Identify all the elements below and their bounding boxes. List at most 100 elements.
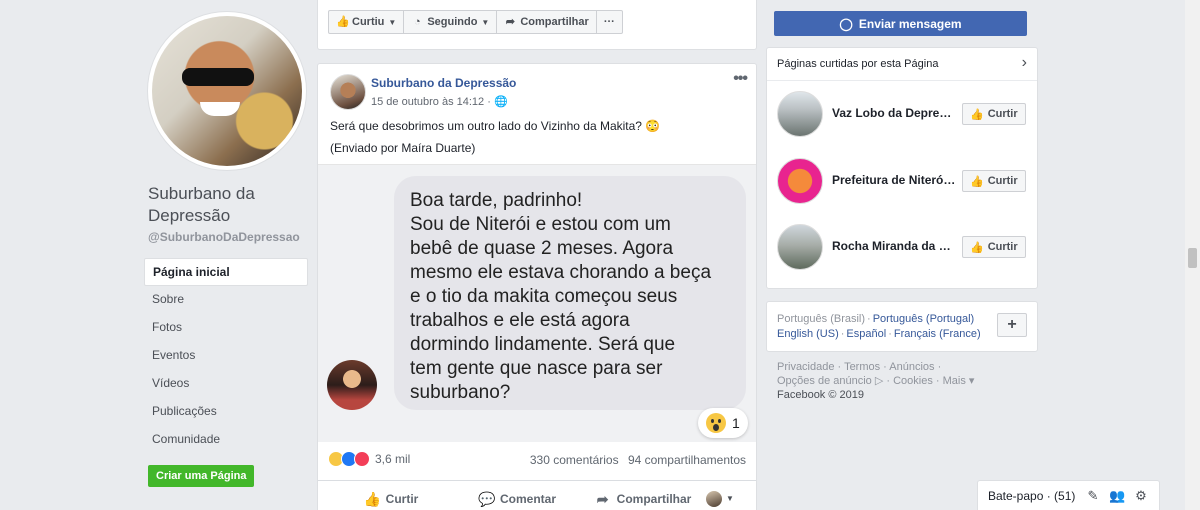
footer-link[interactable]: Anúncios bbox=[889, 361, 934, 373]
language-option[interactable]: English (US) bbox=[777, 328, 839, 340]
post-author-avatar[interactable] bbox=[330, 74, 366, 110]
copyright: Facebook © 2019 bbox=[777, 389, 864, 401]
group-icon[interactable]: 👥 bbox=[1109, 488, 1125, 504]
post-comment-label: Comentar bbox=[499, 491, 556, 506]
send-message-button[interactable]: ◯ Enviar mensagem bbox=[774, 11, 1027, 36]
sunglasses-shape bbox=[182, 68, 254, 86]
page-handle[interactable]: @SuburbanoDaDepressao bbox=[148, 230, 300, 244]
nav-item-events[interactable]: Eventos bbox=[144, 342, 308, 370]
divider bbox=[767, 80, 1037, 81]
thumbs-up-icon: 👍 bbox=[363, 490, 382, 507]
more-icon: ··· bbox=[603, 16, 615, 28]
chevron-down-icon: ▼ bbox=[481, 17, 490, 27]
following-button[interactable]: ◔ Seguindo ▼ bbox=[404, 10, 498, 34]
bubble-line: dormindo lindamente. Será que bbox=[410, 334, 676, 355]
sender-avatar bbox=[327, 360, 377, 410]
comment-icon: 💬 bbox=[477, 490, 496, 507]
nav-item-home[interactable]: Página inicial bbox=[144, 258, 308, 286]
post-image[interactable]: Boa tarde, padrinho! Sou de Niterói e es… bbox=[318, 164, 756, 442]
bubble-line: mesmo ele estava chorando a beça bbox=[410, 262, 712, 283]
page-title[interactable]: Suburbano da Depressão bbox=[148, 183, 308, 227]
smile-shape bbox=[200, 102, 240, 116]
current-language: Português (Brasil) bbox=[777, 313, 866, 325]
bubble-line: Boa tarde, padrinho! bbox=[410, 190, 583, 211]
chat-label[interactable]: Bate-papo · (51) bbox=[988, 489, 1077, 503]
separator-dot: · bbox=[867, 313, 871, 325]
post-timestamp[interactable]: 15 de outubro às 14:12 · 🌐 bbox=[371, 95, 508, 108]
bubble-line: trabalhos e ele está agora bbox=[410, 310, 630, 331]
post-like-button[interactable]: 👍 Curtir bbox=[328, 491, 454, 507]
thumbs-up-icon: 👍 bbox=[336, 16, 350, 28]
post-credit: (Enviado por Maíra Duarte) bbox=[330, 141, 476, 155]
separator-dot: · bbox=[840, 328, 845, 340]
add-language-button[interactable]: + bbox=[997, 313, 1027, 337]
mini-avatar bbox=[706, 490, 722, 507]
bubble-line: e o tio da makita começou seus bbox=[410, 286, 678, 307]
thumbs-up-icon: 👍 bbox=[970, 108, 984, 121]
nav-item-about[interactable]: Sobre bbox=[144, 286, 308, 314]
post-reactions[interactable]: 3,6 mil bbox=[328, 451, 410, 467]
liked-page-item: Vaz Lobo da Depres... 👍 Curtir bbox=[777, 91, 1029, 139]
footer-line-1: Privacidade · Termos · Anúncios · bbox=[777, 361, 942, 373]
message-reaction-count: 1 bbox=[732, 415, 740, 431]
liked-button[interactable]: 👍 Curtiu ▼ bbox=[328, 10, 405, 34]
separator-dot: · bbox=[888, 328, 892, 340]
page-profile-picture[interactable] bbox=[148, 12, 306, 170]
scrollbar-thumb[interactable] bbox=[1188, 248, 1197, 268]
page-nav: Página inicial Sobre Fotos Eventos Vídeo… bbox=[144, 258, 308, 454]
share-button[interactable]: ➦ Compartilhar bbox=[497, 10, 597, 34]
share-arrow-icon: ➦ bbox=[596, 490, 609, 507]
language-line-1: Português (Brasil) · Português (Portugal) bbox=[777, 313, 974, 325]
nav-item-photos[interactable]: Fotos bbox=[144, 314, 308, 342]
chevron-right-icon[interactable]: › bbox=[1022, 54, 1027, 72]
post-author-name[interactable]: Suburbano da Depressão bbox=[371, 76, 516, 90]
liked-page-avatar[interactable] bbox=[777, 91, 823, 137]
post-actions: 👍 Curtir 💬 Comentar ➦ Compartilhar ▼ bbox=[318, 480, 756, 510]
gear-icon[interactable]: ⚙ bbox=[1133, 488, 1149, 504]
like-page-button[interactable]: 👍 Curtir bbox=[962, 170, 1026, 192]
language-option[interactable]: Español bbox=[846, 328, 886, 340]
post-share-button[interactable]: ➦ Compartilhar bbox=[580, 491, 706, 507]
liked-pages-title[interactable]: Páginas curtidas por esta Página bbox=[777, 58, 938, 70]
footer-link[interactable]: Cookies bbox=[893, 375, 933, 387]
nav-item-posts[interactable]: Publicações bbox=[144, 398, 308, 426]
language-panel: Português (Brasil) · Português (Portugal) … bbox=[766, 301, 1038, 352]
liked-page-avatar[interactable] bbox=[777, 158, 823, 204]
chevron-down-icon: ▼ bbox=[726, 494, 734, 503]
liked-page-name[interactable]: Vaz Lobo da Depres... bbox=[832, 106, 956, 120]
more-options-button[interactable]: ··· bbox=[596, 10, 623, 34]
post-as-selector[interactable]: ▼ bbox=[706, 490, 746, 507]
like-page-button[interactable]: 👍 Curtir bbox=[962, 236, 1026, 258]
shares-count[interactable]: 94 compartilhamentos bbox=[628, 453, 746, 467]
language-option[interactable]: Français (France) bbox=[894, 328, 981, 340]
share-arrow-icon: ➦ bbox=[505, 16, 515, 28]
language-option[interactable]: Português (Portugal) bbox=[873, 313, 975, 325]
chat-bar[interactable]: Bate-papo · (51) ✎ 👥 ⚙ bbox=[977, 480, 1160, 510]
footer-link[interactable]: Termos bbox=[844, 361, 880, 373]
post-date-text: 15 de outubro às 14:12 · bbox=[371, 96, 494, 108]
bubble-line: suburbano? bbox=[410, 382, 511, 403]
liked-label: Curtiu bbox=[352, 16, 385, 28]
footer-line-2: Opções de anúncio ▷ · Cookies · Mais ▾ bbox=[777, 375, 975, 387]
post-comment-button[interactable]: 💬 Comentar bbox=[454, 491, 580, 507]
footer-link[interactable]: Privacidade bbox=[777, 361, 834, 373]
liked-pages-panel: Páginas curtidas por esta Página › Vaz L… bbox=[766, 47, 1038, 289]
comments-count[interactable]: 330 comentários bbox=[530, 453, 619, 467]
rss-icon: ◔ bbox=[413, 16, 421, 28]
footer-link[interactable]: Mais ▾ bbox=[943, 375, 975, 387]
create-page-button[interactable]: Criar uma Página bbox=[148, 465, 255, 487]
like-page-button[interactable]: 👍 Curtir bbox=[962, 103, 1026, 125]
post-like-label: Curtir bbox=[385, 491, 419, 506]
post-counts: 330 comentários 94 compartilhamentos bbox=[530, 453, 746, 467]
chat-bubble: Boa tarde, padrinho! Sou de Niterói e es… bbox=[394, 176, 746, 410]
post-options-icon[interactable]: ••• bbox=[733, 70, 748, 88]
liked-page-avatar[interactable] bbox=[777, 224, 823, 270]
liked-page-name[interactable]: Prefeitura de Niterói✓ bbox=[832, 173, 956, 187]
liked-page-name[interactable]: Rocha Miranda da D... bbox=[832, 239, 956, 253]
footer-link[interactable]: Opções de anúncio ▷ bbox=[777, 375, 883, 387]
nav-item-videos[interactable]: Vídeos bbox=[144, 370, 308, 398]
new-message-icon[interactable]: ✎ bbox=[1085, 488, 1101, 504]
nav-item-community[interactable]: Comunidade bbox=[144, 426, 308, 454]
message-reaction: 1 bbox=[698, 408, 748, 438]
vertical-scrollbar[interactable] bbox=[1185, 0, 1200, 510]
